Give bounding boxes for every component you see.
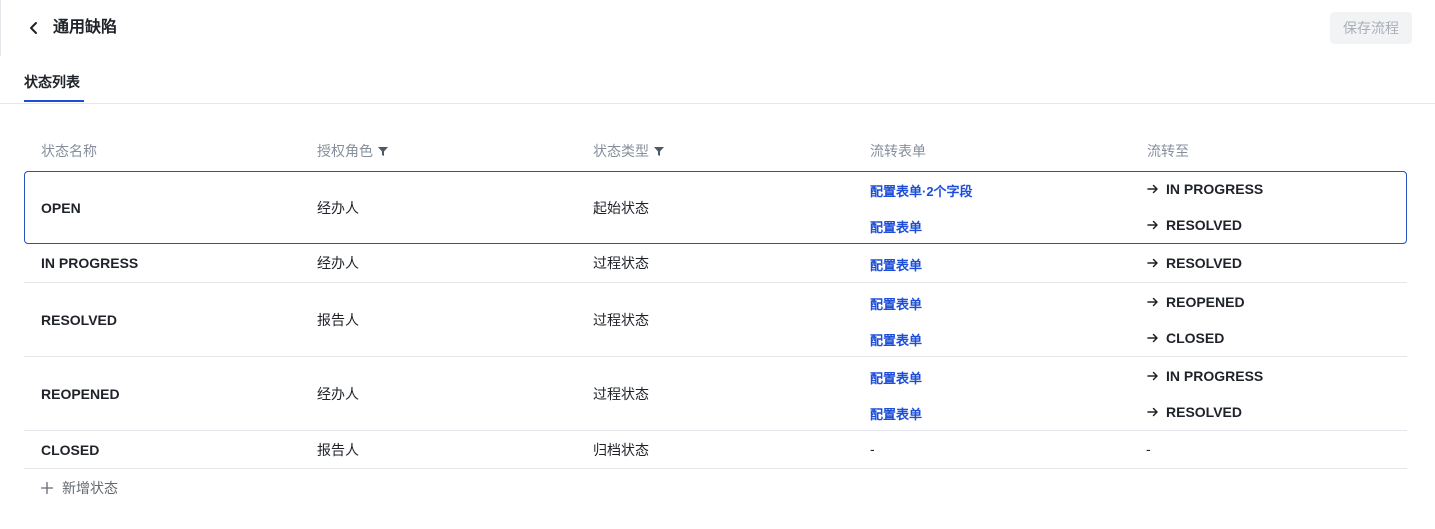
role-cell: 经办人	[317, 255, 359, 271]
page-header: 通用缺陷 保存流程	[0, 0, 1435, 56]
transition-target[interactable]: RESOLVED	[1146, 217, 1242, 233]
column-header-status-name: 状态名称	[41, 143, 97, 159]
status-type-cell: 过程状态	[593, 255, 649, 271]
status-name: OPEN	[41, 199, 81, 216]
configure-form-link[interactable]: 配置表单	[870, 404, 922, 423]
status-name: CLOSED	[41, 441, 100, 458]
configure-form-link[interactable]: 配置表单	[870, 217, 922, 236]
arrow-right-icon	[1146, 369, 1160, 383]
column-header-transition-form: 流转表单	[870, 143, 926, 159]
empty-form-placeholder: -	[870, 441, 875, 457]
configure-form-link[interactable]: 配置表单·2个字段	[870, 181, 973, 200]
role-cell: 报告人	[317, 311, 359, 328]
add-status-label: 新增状态	[62, 480, 118, 496]
configure-form-link[interactable]: 配置表单	[870, 255, 922, 274]
header-left-border	[0, 0, 1, 56]
role-cell: 经办人	[317, 385, 359, 402]
status-type-cell: 起始状态	[593, 199, 649, 216]
status-name: IN PROGRESS	[41, 255, 139, 271]
status-name: RESOLVED	[41, 311, 117, 328]
arrow-right-icon	[1146, 405, 1160, 419]
arrow-right-icon	[1146, 331, 1160, 345]
role-cell: 经办人	[317, 199, 359, 216]
arrow-right-icon	[1146, 256, 1160, 270]
transition-target[interactable]: REOPENED	[1146, 294, 1245, 310]
tab-status-list[interactable]: 状态列表	[24, 62, 80, 103]
arrow-right-icon	[1146, 295, 1160, 309]
plus-icon	[40, 481, 54, 495]
table-row[interactable]: OPEN 经办人 起始状态 配置表单·2个字段 配置表单 IN PROGRESS…	[24, 171, 1407, 244]
tab-bar: 状态列表	[0, 62, 1435, 104]
transition-target[interactable]: IN PROGRESS	[1146, 181, 1263, 197]
table-row[interactable]: RESOLVED 报告人 过程状态 配置表单 配置表单 REOPENED CLO…	[24, 283, 1407, 357]
empty-target-placeholder: -	[1146, 441, 1151, 457]
table-row[interactable]: REOPENED 经办人 过程状态 配置表单 配置表单 IN PROGRESS …	[24, 357, 1407, 431]
filter-icon[interactable]	[377, 145, 389, 157]
tab-active-indicator	[24, 100, 84, 102]
status-type-cell: 归档状态	[593, 441, 649, 458]
transition-target[interactable]: IN PROGRESS	[1146, 368, 1263, 384]
column-header-transition-to: 流转至	[1147, 143, 1189, 159]
page-title: 通用缺陷	[53, 19, 118, 36]
table-row[interactable]: CLOSED 报告人 归档状态 - -	[24, 431, 1407, 469]
transition-target[interactable]: CLOSED	[1146, 330, 1224, 346]
table-row[interactable]: IN PROGRESS 经办人 过程状态 配置表单 RESOLVED	[24, 244, 1407, 283]
column-header-role: 授权角色	[317, 131, 389, 171]
status-type-cell: 过程状态	[593, 311, 649, 328]
configure-form-link[interactable]: 配置表单	[870, 368, 922, 387]
column-header-status-type: 状态类型	[593, 131, 665, 171]
arrow-right-icon	[1146, 182, 1160, 196]
status-name: REOPENED	[41, 385, 120, 402]
transition-target[interactable]: RESOLVED	[1146, 404, 1242, 420]
table-header: 状态名称 授权角色 状态类型 流转表单 流转至	[24, 131, 1407, 171]
configure-form-link[interactable]: 配置表单	[870, 330, 922, 349]
add-status-button[interactable]: 新增状态	[40, 478, 118, 498]
status-table: 状态名称 授权角色 状态类型 流转表单 流转至 OPEN 经办人 起始状态 配置…	[24, 131, 1407, 469]
status-type-cell: 过程状态	[593, 385, 649, 402]
arrow-right-icon	[1146, 218, 1160, 232]
save-flow-button[interactable]: 保存流程	[1330, 12, 1412, 44]
filter-icon[interactable]	[653, 145, 665, 157]
chevron-left-icon[interactable]	[24, 18, 44, 38]
configure-form-link[interactable]: 配置表单	[870, 294, 922, 313]
role-cell: 报告人	[317, 441, 359, 458]
transition-target[interactable]: RESOLVED	[1146, 255, 1242, 271]
